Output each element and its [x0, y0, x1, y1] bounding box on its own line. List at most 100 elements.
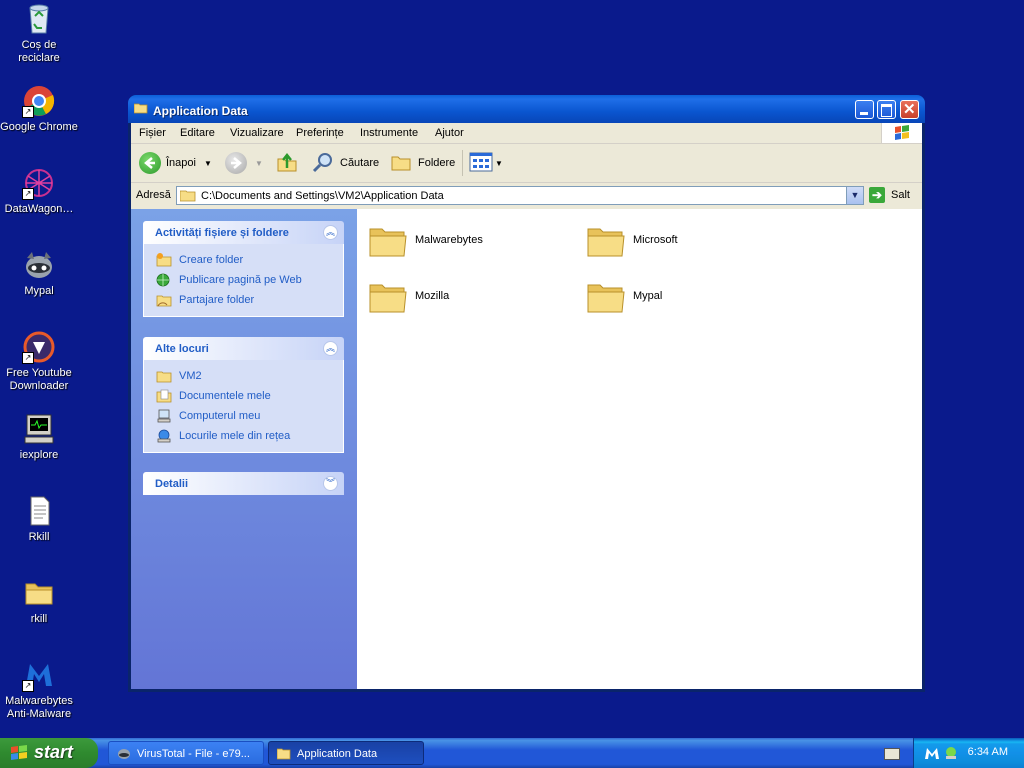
- search-button[interactable]: Căutare: [311, 151, 379, 175]
- start-button[interactable]: start: [0, 738, 98, 768]
- address-input[interactable]: C:\Documents and Settings\VM2\Applicatio…: [176, 186, 864, 205]
- close-icon: ✕: [903, 101, 916, 118]
- minimize-icon: [860, 112, 868, 115]
- file-tasks-header[interactable]: Activități fișiere și foldere ︽: [143, 221, 344, 244]
- clock[interactable]: 6:34 AM: [968, 746, 1008, 758]
- place-network[interactable]: Locurile mele din rețea: [144, 426, 343, 446]
- folders-icon: [389, 150, 413, 177]
- back-button[interactable]: Înapoi ▼: [139, 151, 212, 175]
- task-label: Application Data: [297, 748, 378, 760]
- go-button[interactable]: ➔ Salt: [869, 187, 910, 203]
- menu-help[interactable]: Ajutor: [435, 127, 464, 139]
- details-header[interactable]: Detalii ︾: [143, 472, 344, 495]
- toolbar-separator: [462, 150, 463, 176]
- menu-file[interactable]: Fișier: [139, 127, 166, 139]
- panel-title: Detalii: [155, 478, 189, 490]
- task-publish-web[interactable]: Publicare pagină pe Web: [144, 270, 343, 290]
- system-tray: 6:34 AM: [913, 738, 1024, 768]
- place-vm2[interactable]: VM2: [144, 366, 343, 386]
- desktop-icon-label: Rkill: [28, 531, 50, 543]
- menu-favorites[interactable]: Preferințe: [296, 127, 344, 139]
- documents-icon: [156, 389, 172, 403]
- views-button[interactable]: ▼: [469, 151, 503, 175]
- task-label: VirusTotal - File - e79...: [137, 748, 250, 760]
- mypal-icon: [22, 248, 56, 282]
- desktop-icon-rkill-folder[interactable]: rkill: [0, 576, 78, 626]
- forward-dropdown-icon[interactable]: ▼: [255, 159, 263, 168]
- folder-item-mozilla[interactable]: Mozilla: [358, 275, 558, 319]
- folder-icon: [22, 576, 56, 610]
- explorer-window: Application Data ✕ Fișier Editare Vizual…: [128, 95, 925, 692]
- back-dropdown-icon[interactable]: ▼: [204, 159, 212, 168]
- task-label: Creare folder: [179, 254, 244, 266]
- minimize-button[interactable]: [855, 100, 874, 119]
- collapse-icon[interactable]: ︽: [323, 225, 338, 240]
- malwarebytes-tray-icon[interactable]: [924, 746, 940, 763]
- desktop-icon-malwarebytes[interactable]: ↗ Malwarebytes Anti-Malware: [0, 658, 78, 721]
- task-label: Publicare pagină pe Web: [179, 274, 302, 286]
- desktop-icon-label: rkill: [30, 613, 48, 625]
- views-dropdown-icon[interactable]: ▼: [495, 159, 503, 168]
- taskbar-item-virustotal[interactable]: VirusTotal - File - e79...: [108, 741, 264, 765]
- desktop-icon-mypal[interactable]: Mypal: [0, 248, 78, 298]
- globe-icon: [156, 273, 172, 287]
- folder-item-malwarebytes[interactable]: Malwarebytes: [358, 219, 558, 263]
- folder-name: Mypal: [633, 290, 663, 302]
- place-my-computer[interactable]: Computerul meu: [144, 406, 343, 426]
- task-create-folder[interactable]: Creare folder: [144, 250, 343, 270]
- folders-label: Foldere: [418, 157, 456, 169]
- forward-button[interactable]: ▼: [225, 151, 263, 175]
- close-button[interactable]: ✕: [900, 100, 919, 119]
- place-label: Computerul meu: [179, 410, 261, 422]
- place-label: VM2: [179, 370, 202, 382]
- expand-icon[interactable]: ︾: [323, 476, 338, 491]
- start-label: start: [34, 742, 74, 762]
- maximize-icon: [881, 104, 892, 117]
- file-tasks-panel: Activități fișiere și foldere ︽ Creare f…: [143, 221, 344, 317]
- desktop-icon-label: Google Chrome: [0, 121, 78, 133]
- maximize-button[interactable]: [877, 100, 896, 119]
- desktop-icon-datawagon[interactable]: ↗ DataWagon…: [0, 166, 78, 216]
- task-share-folder[interactable]: Partajare folder: [144, 290, 343, 310]
- menu-tools[interactable]: Instrumente: [360, 127, 418, 139]
- menu-view[interactable]: Vizualizare: [230, 127, 284, 139]
- share-folder-icon: [156, 293, 172, 307]
- folder-item-mypal[interactable]: Mypal: [576, 275, 776, 319]
- keyboard-icon[interactable]: [884, 748, 900, 760]
- window-titlebar[interactable]: Application Data ✕: [128, 95, 925, 123]
- folder-icon: [276, 747, 291, 760]
- folder-icon: [133, 103, 148, 114]
- address-dropdown-button[interactable]: ▼: [846, 187, 863, 204]
- datawagon-icon: ↗: [22, 166, 56, 200]
- desktop-icon-youtube-downloader[interactable]: ↗ Free Youtube Downloader: [0, 330, 78, 393]
- folder-name: Malwarebytes: [415, 234, 483, 246]
- network-tray-icon[interactable]: [944, 746, 958, 763]
- up-folder-button[interactable]: [275, 151, 299, 175]
- folder-icon: [368, 279, 408, 318]
- windows-logo-icon: [881, 123, 922, 143]
- folder-icon: [368, 223, 408, 262]
- folder-icon: [586, 223, 626, 262]
- file-list: Malwarebytes Microsoft Mozilla Mypal: [358, 209, 922, 689]
- go-arrow-icon: ➔: [869, 187, 885, 203]
- desktop-icon-rkill-file[interactable]: Rkill: [0, 494, 78, 544]
- desktop-icon-iexplore[interactable]: iexplore: [0, 412, 78, 462]
- folder-item-microsoft[interactable]: Microsoft: [576, 219, 776, 263]
- malwarebytes-icon: ↗: [22, 658, 56, 692]
- desktop-icon-recycle-bin[interactable]: Coș de reciclare: [0, 2, 78, 65]
- place-my-documents[interactable]: Documentele mele: [144, 386, 343, 406]
- place-label: Documentele mele: [179, 390, 271, 402]
- collapse-icon[interactable]: ︽: [323, 341, 338, 356]
- menu-edit[interactable]: Editare: [180, 127, 215, 139]
- task-label: Partajare folder: [179, 294, 255, 306]
- address-bar: Adresă C:\Documents and Settings\VM2\App…: [131, 183, 922, 209]
- new-folder-icon: [156, 253, 172, 267]
- recycle-bin-icon: [22, 2, 56, 36]
- other-places-body: VM2 Documentele mele Computerul meu Locu…: [143, 360, 344, 453]
- other-places-header[interactable]: Alte locuri ︽: [143, 337, 344, 360]
- desktop-icon-chrome[interactable]: ↗ Google Chrome: [0, 84, 78, 134]
- folders-button[interactable]: Foldere: [389, 151, 455, 175]
- folder-name: Mozilla: [415, 290, 450, 302]
- taskbar-item-application-data[interactable]: Application Data: [268, 741, 424, 765]
- file-tasks-body: Creare folder Publicare pagină pe Web Pa…: [143, 244, 344, 317]
